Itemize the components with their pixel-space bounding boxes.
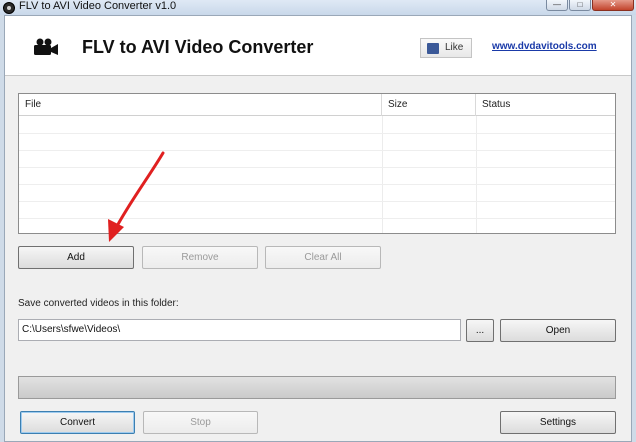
column-header-size[interactable]: Size <box>382 94 476 116</box>
remove-button[interactable]: Remove <box>142 246 258 269</box>
like-button[interactable]: Like <box>420 38 472 58</box>
file-list-body[interactable] <box>19 116 615 233</box>
row-separator <box>19 184 615 185</box>
app-title: FLV to AVI Video Converter <box>82 37 314 57</box>
output-folder-label: Save converted videos in this folder: <box>18 298 179 309</box>
app-icon <box>3 2 15 14</box>
thumbs-up-icon <box>427 43 439 54</box>
browse-button[interactable]: ... <box>466 319 494 342</box>
video-camera-icon <box>34 38 58 55</box>
column-header-status[interactable]: Status <box>476 94 615 116</box>
like-label: Like <box>445 42 464 53</box>
output-folder-input[interactable]: C:\Users\sfwe\Videos\ <box>18 319 461 341</box>
minimize-button[interactable]: — <box>546 0 568 11</box>
row-separator <box>19 133 615 134</box>
row-separator <box>19 201 615 202</box>
row-separator <box>19 218 615 219</box>
main-window: FLV to AVI Video Converter Like www.dvda… <box>4 15 632 442</box>
file-list-header: File Size Status <box>19 94 615 116</box>
website-link[interactable]: www.dvdavitools.com <box>492 41 597 52</box>
stop-button[interactable]: Stop <box>143 411 258 434</box>
file-list[interactable]: File Size Status <box>18 93 616 234</box>
column-header-file[interactable]: File <box>19 94 382 116</box>
settings-button[interactable]: Settings <box>500 411 616 434</box>
add-button[interactable]: Add <box>18 246 134 269</box>
close-button[interactable]: ✕ <box>592 0 634 11</box>
open-folder-button[interactable]: Open <box>500 319 616 342</box>
title-bar: FLV to AVI Video Converter v1.0 — □ ✕ <box>0 0 636 15</box>
conversion-progress-bar <box>18 376 616 399</box>
clear-all-button[interactable]: Clear All <box>265 246 381 269</box>
maximize-button[interactable]: □ <box>569 0 591 11</box>
convert-button[interactable]: Convert <box>20 411 135 434</box>
window-title: FLV to AVI Video Converter v1.0 <box>19 0 177 12</box>
row-separator <box>19 150 615 151</box>
app-header: FLV to AVI Video Converter Like www.dvda… <box>5 16 631 76</box>
row-separator <box>19 167 615 168</box>
